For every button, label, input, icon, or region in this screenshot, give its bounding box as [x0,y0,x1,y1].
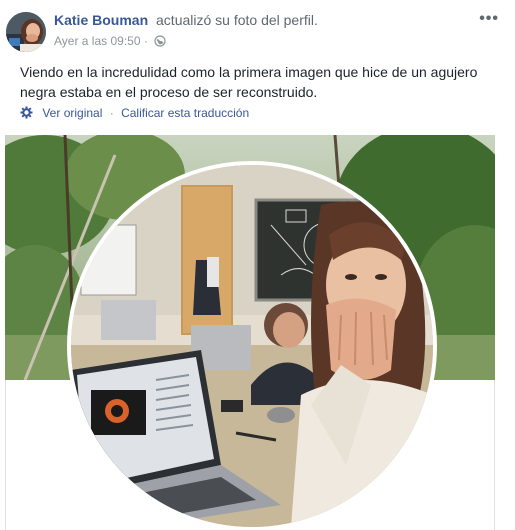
author-line: Katie Bouman actualizó su foto del perfi… [54,12,318,28]
post-header: Katie Bouman actualizó su foto del perfi… [0,0,515,56]
post-photo[interactable] [5,135,495,530]
gear-icon[interactable] [20,106,33,122]
avatar-image [6,12,46,52]
see-original-link[interactable]: Ver original [42,106,102,120]
globe-icon[interactable] [154,35,166,50]
post-body-text: Viendo en la incredulidad como la primer… [20,64,478,100]
profile-photo-circle[interactable] [67,161,437,530]
author-action-text: actualizó su foto del perfil. [156,12,318,28]
meta-separator: · [143,34,148,48]
translation-separator: · [109,106,114,120]
translation-bar: Ver original · Calificar esta traducción [20,106,249,122]
rate-translation-link[interactable]: Calificar esta traducción [121,106,249,120]
more-options-icon[interactable]: ••• [479,10,499,28]
post-timestamp[interactable]: Ayer a las 09:50 [54,34,141,48]
facebook-post: Katie Bouman actualizó su foto del perfi… [0,0,515,530]
post-meta: Ayer a las 09:50 · [54,34,166,50]
profile-photo-image [71,165,433,527]
author-avatar[interactable] [6,12,46,52]
author-name-link[interactable]: Katie Bouman [54,12,148,28]
